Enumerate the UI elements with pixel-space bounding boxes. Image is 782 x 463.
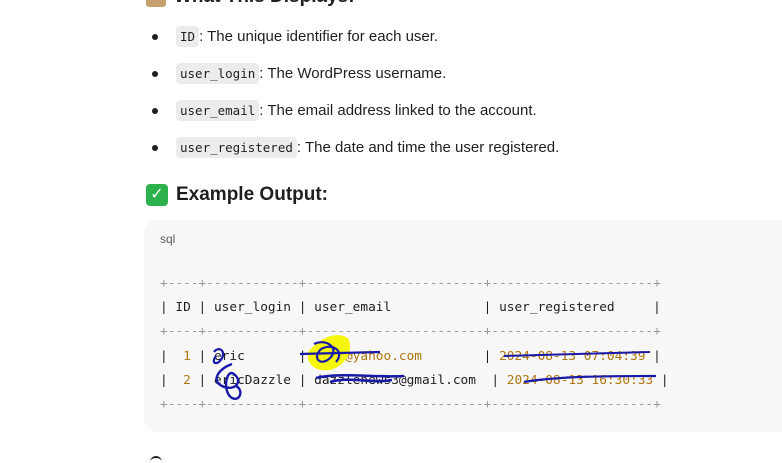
list-item: user_email : The email address linked to… [146, 92, 766, 129]
row-login: ericDazzle [213, 372, 292, 388]
section-heading-example-output: ✓ Example Output: [146, 184, 328, 206]
row-id: 1 [183, 348, 191, 364]
bullet-dot [152, 107, 158, 114]
section-heading-what-this-displays: What This Displays: [146, 0, 355, 8]
inline-code: user_registered [176, 137, 297, 158]
list-item: ID : The unique identifier for each user… [146, 18, 766, 55]
code-block[interactable]: sql +----+------------+-----------------… [144, 220, 782, 432]
row-registered: 2024-08-13 16:30:33 [506, 372, 654, 388]
row-login: eric [213, 348, 245, 364]
col-header-email: user_email [314, 300, 392, 316]
table-separator: +----+------------+---------------------… [160, 324, 661, 340]
bullet-dot [152, 33, 158, 40]
col-header-id: ID [175, 300, 191, 316]
row-email: @yahoo.com [344, 348, 423, 364]
row-id: 2 [183, 372, 191, 388]
bullet-dot [152, 70, 158, 77]
check-mark-icon: ✓ [146, 184, 168, 206]
bullet-dot [152, 144, 158, 151]
col-header-login: user_login [213, 300, 292, 316]
row-email-hidden: ec72 [314, 348, 345, 364]
row-email: 3@gmail.com [391, 372, 476, 388]
code-language-label: sql [160, 232, 176, 246]
section-heading-text: What This Displays: [174, 0, 355, 8]
list-item-text: : The WordPress username. [259, 65, 447, 82]
inline-code: ID [176, 26, 200, 47]
table-separator: +----+------------+---------------------… [160, 276, 661, 291]
row-registered: 2024-08-13 07:04:39 [499, 348, 646, 364]
inline-code: user_login [176, 63, 260, 84]
field-description-list: ID : The unique identifier for each user… [146, 18, 766, 166]
col-header-registered: user_registered [499, 300, 615, 316]
table-separator: +----+------------+---------------------… [160, 397, 661, 413]
section-heading-text: Example Output: [176, 184, 329, 205]
inline-code: user_email [176, 100, 260, 121]
code-content[interactable]: +----+------------+---------------------… [160, 272, 669, 417]
list-item-text: : The email address linked to the accoun… [259, 102, 537, 119]
list-item-text: : The date and time the user registered. [296, 139, 560, 156]
list-item-text: : The unique identifier for each user. [199, 28, 439, 45]
clipboard-icon [146, 0, 166, 7]
list-item: user_login : The WordPress username. [146, 55, 766, 92]
row-email-hidden: dazzlenews [314, 372, 392, 388]
list-item: user_registered : The date and time the … [146, 129, 766, 166]
next-section-heading-partial [150, 456, 162, 463]
